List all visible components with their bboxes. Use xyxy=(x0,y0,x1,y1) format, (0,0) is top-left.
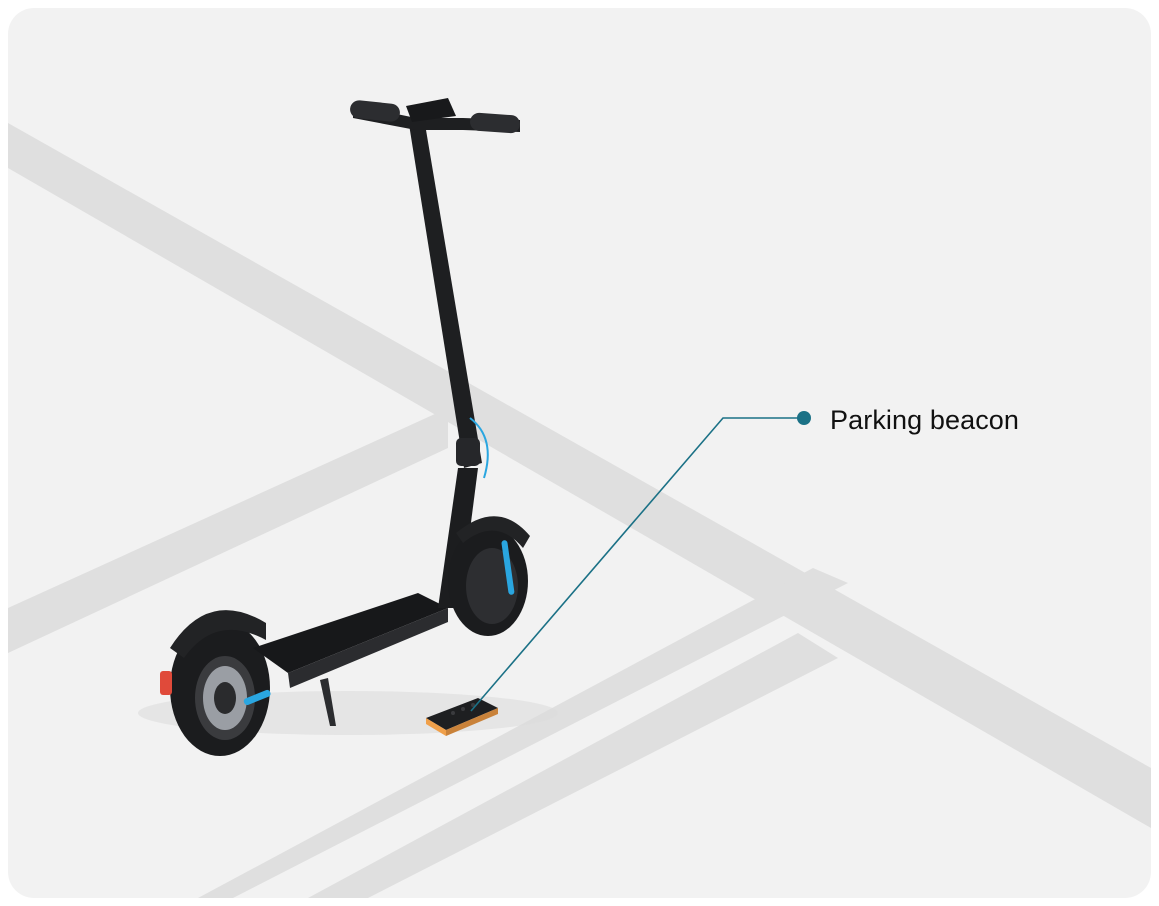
scooter xyxy=(160,98,530,756)
callout-label: Parking beacon xyxy=(830,405,1020,435)
rear-reflector xyxy=(160,671,172,695)
scooter-scene xyxy=(8,98,1151,898)
road-markings xyxy=(8,123,1151,898)
handlebar xyxy=(350,98,520,134)
front-wheel xyxy=(448,526,528,636)
callout-dot xyxy=(797,411,811,425)
image-card: Parking beacon xyxy=(8,8,1151,898)
